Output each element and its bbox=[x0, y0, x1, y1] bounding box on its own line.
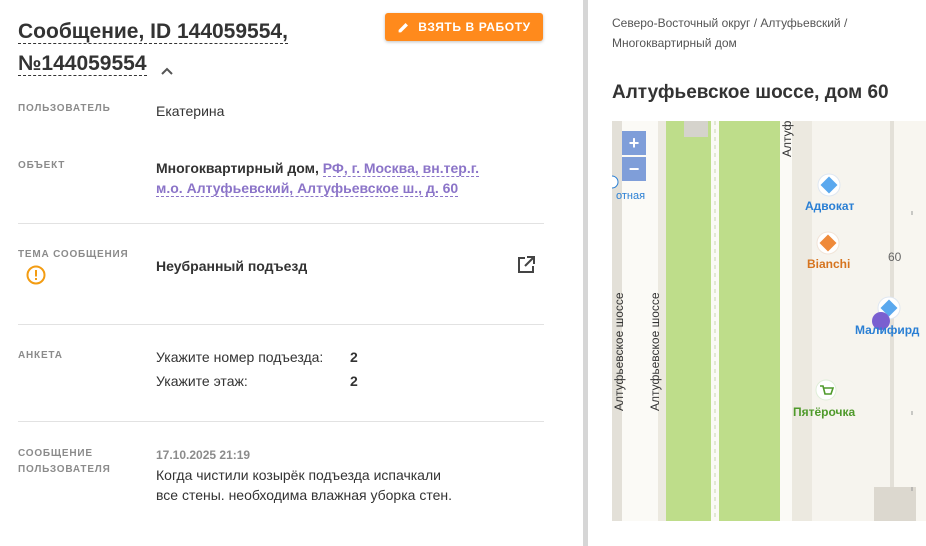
message-panel: Сообщение, ID 144059554, №144059554 ВЗЯТ… bbox=[0, 0, 583, 546]
topic-row: ТЕМА СООБЩЕНИЯ Неубранный подъезд bbox=[18, 247, 544, 297]
anketa-item: Укажите номер подъезда: 2 bbox=[156, 347, 358, 367]
external-link-icon[interactable] bbox=[516, 255, 536, 275]
map-poi-label[interactable]: Bianchi bbox=[807, 257, 850, 271]
message-title: Сообщение, ID 144059554, №144059554 bbox=[18, 16, 378, 80]
map-house-number: 60 bbox=[888, 250, 902, 264]
anketa-item: Укажите этаж: 2 bbox=[156, 371, 358, 391]
anketa-row: АНКЕТА Укажите номер подъезда: 2 Укажите… bbox=[18, 347, 544, 393]
map-poi-label[interactable]: Адвокат bbox=[805, 199, 854, 213]
warning-icon bbox=[26, 265, 46, 285]
zoom-controls: + − bbox=[622, 131, 646, 181]
take-to-work-label: ВЗЯТЬ В РАБОТУ bbox=[418, 20, 531, 34]
anketa-question: Укажите номер подъезда: bbox=[156, 349, 324, 365]
map[interactable]: + − отная Адвокат Bianchi Малифирд Пятёр… bbox=[612, 121, 926, 521]
message-body: 17.10.2025 21:19 Когда чистили козырёк п… bbox=[156, 447, 456, 505]
map-poi-label[interactable]: Малифирд bbox=[855, 323, 919, 337]
pencil-icon bbox=[398, 22, 409, 32]
breadcrumb: Северо-Восточный округ / Алтуфьевский / … bbox=[612, 16, 848, 50]
user-value: Екатерина bbox=[156, 103, 225, 119]
zoom-in-button[interactable]: + bbox=[622, 131, 646, 155]
message-label: СООБЩЕНИЕ ПОЛЬЗОВАТЕЛЯ bbox=[18, 448, 111, 475]
message-text: Когда чистили козырёк подъезда испачкали… bbox=[156, 467, 452, 503]
topic-value: Неубранный подъезд bbox=[156, 258, 308, 274]
anketa-label: АНКЕТА bbox=[18, 350, 63, 361]
object-type: Многоквартирный дом, bbox=[156, 160, 319, 176]
chevron-up-icon[interactable] bbox=[160, 57, 174, 76]
map-poi-label[interactable]: Пятёрочка bbox=[793, 405, 855, 419]
message-date: 17.10.2025 21:19 bbox=[156, 448, 251, 462]
user-row: ПОЛЬЗОВАТЕЛЬ Екатерина bbox=[18, 100, 544, 124]
divider bbox=[18, 324, 544, 325]
anketa-answer: 2 bbox=[350, 373, 358, 389]
zoom-out-button[interactable]: − bbox=[622, 157, 646, 181]
topic-label: ТЕМА СООБЩЕНИЯ bbox=[18, 249, 129, 260]
user-message-row: СООБЩЕНИЕ ПОЛЬЗОВАТЕЛЯ 17.10.2025 21:19 … bbox=[18, 446, 544, 536]
title-line-1: Сообщение, ID 144059554, bbox=[18, 20, 288, 44]
location-panel: Северо-Восточный округ / Алтуфьевский / … bbox=[588, 0, 926, 546]
anketa-answer: 2 bbox=[350, 349, 358, 365]
map-street-label: Алтуфь bbox=[780, 121, 794, 157]
divider bbox=[18, 421, 544, 422]
take-to-work-button[interactable]: ВЗЯТЬ В РАБОТУ bbox=[385, 13, 543, 41]
anketa-list: Укажите номер подъезда: 2 Укажите этаж: … bbox=[156, 347, 358, 391]
object-label: ОБЪЕКТ bbox=[18, 160, 66, 171]
divider bbox=[18, 223, 544, 224]
map-street-label: Алтуфьевское шоссе bbox=[648, 292, 662, 411]
object-row: ОБЪЕКТ Многоквартирный дом, РФ, г. Москв… bbox=[18, 157, 544, 201]
anketa-question: Укажите этаж: bbox=[156, 373, 248, 389]
user-label: ПОЛЬЗОВАТЕЛЬ bbox=[18, 103, 111, 114]
address-title: Алтуфьевское шоссе, дом 60 bbox=[612, 82, 889, 103]
title-line-2: №144059554 bbox=[18, 52, 147, 76]
object-value: Многоквартирный дом, РФ, г. Москва, вн.т… bbox=[156, 158, 506, 198]
map-poi-label-partial: отная bbox=[616, 190, 646, 202]
map-street-label: Алтуфьевское шоссе bbox=[612, 292, 626, 411]
